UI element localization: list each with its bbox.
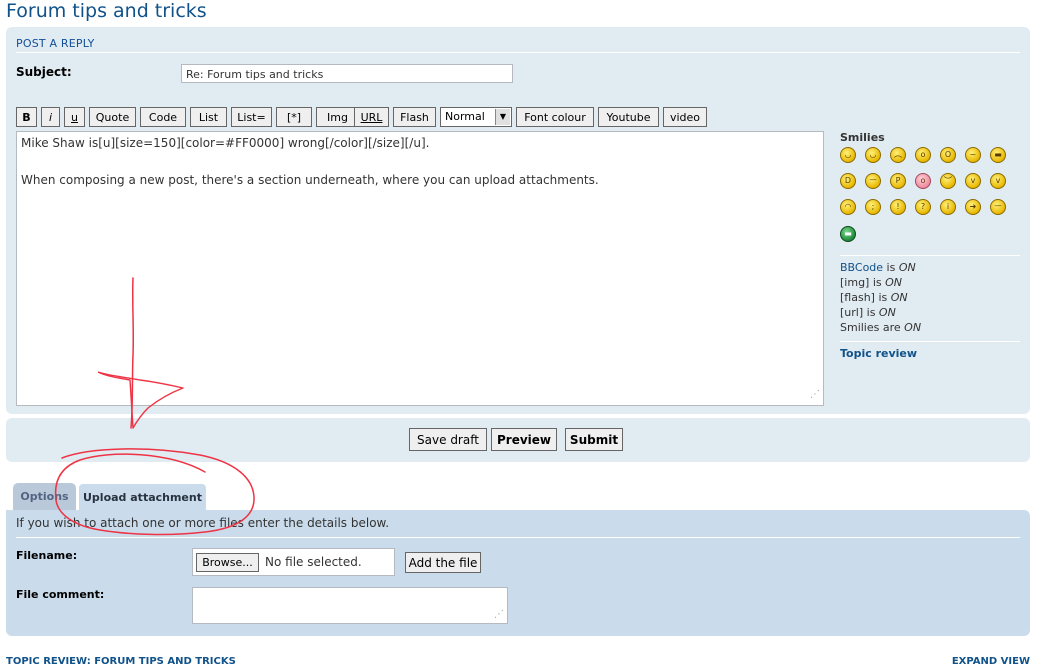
url-state: ON bbox=[878, 306, 896, 319]
smilies-title: Smilies bbox=[840, 131, 885, 144]
chevron-down-icon[interactable]: ▼ bbox=[495, 109, 510, 125]
smiley-cry-icon[interactable]: ︶ bbox=[940, 173, 956, 189]
preview-button[interactable]: Preview bbox=[491, 428, 557, 451]
smiley-twisted-icon[interactable]: v bbox=[990, 173, 1006, 189]
code-button[interactable]: Code bbox=[140, 107, 186, 127]
smiley-laugh-icon[interactable]: D bbox=[840, 173, 856, 189]
quote-button[interactable]: Quote bbox=[89, 107, 136, 127]
resize-grip-icon[interactable]: ⋰ bbox=[494, 609, 504, 620]
submit-button[interactable]: Submit bbox=[565, 428, 623, 451]
smiley-embarrassed-icon[interactable]: o bbox=[915, 173, 931, 189]
message-line-2: When composing a new post, there's a sec… bbox=[21, 173, 599, 187]
smilies-are-label: Smilies are bbox=[840, 321, 905, 334]
no-file-text: No file selected. bbox=[265, 555, 362, 569]
smiley-grin-icon[interactable]: ◡ bbox=[840, 147, 856, 163]
smiley-mad-icon[interactable]: ㅡ bbox=[865, 173, 881, 189]
img-tag-label: [img] bbox=[840, 276, 870, 289]
video-button[interactable]: video bbox=[663, 107, 707, 127]
flash-tag-label: [flash] bbox=[840, 291, 875, 304]
topic-review-link[interactable]: Topic review bbox=[840, 347, 917, 360]
underline-button[interactable]: u bbox=[64, 107, 85, 127]
page-title: Forum tips and tricks bbox=[6, 0, 207, 22]
resize-grip-icon[interactable]: ⋰ bbox=[810, 387, 820, 402]
save-draft-button[interactable]: Save draft bbox=[409, 428, 487, 451]
smiley-idea-icon[interactable]: i bbox=[940, 199, 956, 215]
smiley-mrgreen-icon[interactable]: ▬ bbox=[840, 226, 856, 242]
message-line-1: Mike Shaw is[u][size=150][color=#FF0000]… bbox=[21, 136, 430, 150]
smiley-razz-icon[interactable]: P bbox=[890, 173, 906, 189]
smiley-question-icon[interactable]: ? bbox=[915, 199, 931, 215]
file-input[interactable]: Browse... No file selected. bbox=[192, 548, 395, 576]
submit-bar: Save draft Preview Submit bbox=[6, 418, 1030, 462]
upload-intro: If you wish to attach one or more files … bbox=[16, 516, 390, 530]
smiley-rolleyes-icon[interactable]: ◠ bbox=[840, 199, 856, 215]
smiley-wink-icon[interactable]: ; bbox=[865, 199, 881, 215]
sidebar-divider bbox=[840, 255, 1020, 256]
upload-divider bbox=[16, 537, 1020, 538]
smiley-arrow-icon[interactable]: ➜ bbox=[965, 199, 981, 215]
tab-upload-attachment[interactable]: Upload attachment bbox=[78, 483, 207, 510]
add-file-button[interactable]: Add the file bbox=[405, 552, 481, 573]
file-comment-label: File comment: bbox=[16, 588, 105, 601]
smiley-evil-icon[interactable]: v bbox=[965, 173, 981, 189]
list-item-button[interactable]: [*] bbox=[276, 107, 312, 127]
font-size-value: Normal bbox=[445, 110, 485, 123]
bbcode-state: ON bbox=[898, 261, 916, 274]
italic-button[interactable]: i bbox=[41, 107, 60, 127]
bbcode-link[interactable]: BBCode bbox=[840, 261, 883, 274]
post-reply-heading: POST A REPLY bbox=[16, 37, 95, 50]
upload-panel: If you wish to attach one or more files … bbox=[6, 510, 1030, 636]
post-reply-panel: POST A REPLY Subject: Re: Forum tips and… bbox=[6, 27, 1030, 414]
smiley-sad-icon[interactable]: ︵ bbox=[890, 147, 906, 163]
message-textarea[interactable]: Mike Shaw is[u][size=150][color=#FF0000]… bbox=[16, 131, 824, 406]
topic-review-heading[interactable]: TOPIC REVIEW: FORUM TIPS AND TRICKS bbox=[6, 656, 236, 667]
url-tag-label: [url] bbox=[840, 306, 864, 319]
file-comment-textarea[interactable]: ⋰ bbox=[192, 587, 508, 624]
url-is: is bbox=[863, 306, 879, 319]
font-colour-button[interactable]: Font colour bbox=[516, 107, 594, 127]
img-button[interactable]: Img bbox=[316, 107, 359, 127]
smiley-exclaim-icon[interactable]: ! bbox=[890, 199, 906, 215]
smiley-confused-icon[interactable]: ~ bbox=[965, 147, 981, 163]
filename-label: Filename: bbox=[16, 549, 78, 562]
browse-button[interactable]: Browse... bbox=[196, 553, 259, 572]
url-button[interactable]: URL bbox=[354, 107, 389, 127]
font-size-select[interactable]: Normal ▼ bbox=[440, 107, 512, 127]
subject-label: Subject: bbox=[16, 65, 72, 79]
smiley-surprised-icon[interactable]: o bbox=[915, 147, 931, 163]
smiley-shocked-icon[interactable]: O bbox=[940, 147, 956, 163]
bold-button[interactable]: B bbox=[16, 107, 37, 127]
flash-state: ON bbox=[890, 291, 908, 304]
img-is: is bbox=[869, 276, 886, 289]
bbcode-status: BBCode is ON [img] is ON [flash] is ON [… bbox=[840, 260, 921, 335]
flash-is: is bbox=[874, 291, 891, 304]
list-button[interactable]: List bbox=[190, 107, 227, 127]
smiley-smile-icon[interactable]: ◡ bbox=[865, 147, 881, 163]
tab-options[interactable]: Options bbox=[13, 483, 76, 510]
smilies-state: ON bbox=[904, 321, 922, 334]
expand-view-link[interactable]: EXPAND VIEW bbox=[952, 656, 1030, 667]
list-ordered-button[interactable]: List= bbox=[231, 107, 272, 127]
heading-divider bbox=[16, 52, 1020, 53]
smiley-cool-icon[interactable]: ▬ bbox=[990, 147, 1006, 163]
youtube-button[interactable]: Youtube bbox=[598, 107, 659, 127]
smiley-neutral-icon[interactable]: ㅡ bbox=[990, 199, 1006, 215]
img-state: ON bbox=[885, 276, 903, 289]
bbcode-is: is bbox=[883, 261, 899, 274]
sidebar-divider-2 bbox=[840, 341, 1020, 342]
flash-button[interactable]: Flash bbox=[393, 107, 436, 127]
subject-input[interactable]: Re: Forum tips and tricks bbox=[181, 64, 513, 83]
